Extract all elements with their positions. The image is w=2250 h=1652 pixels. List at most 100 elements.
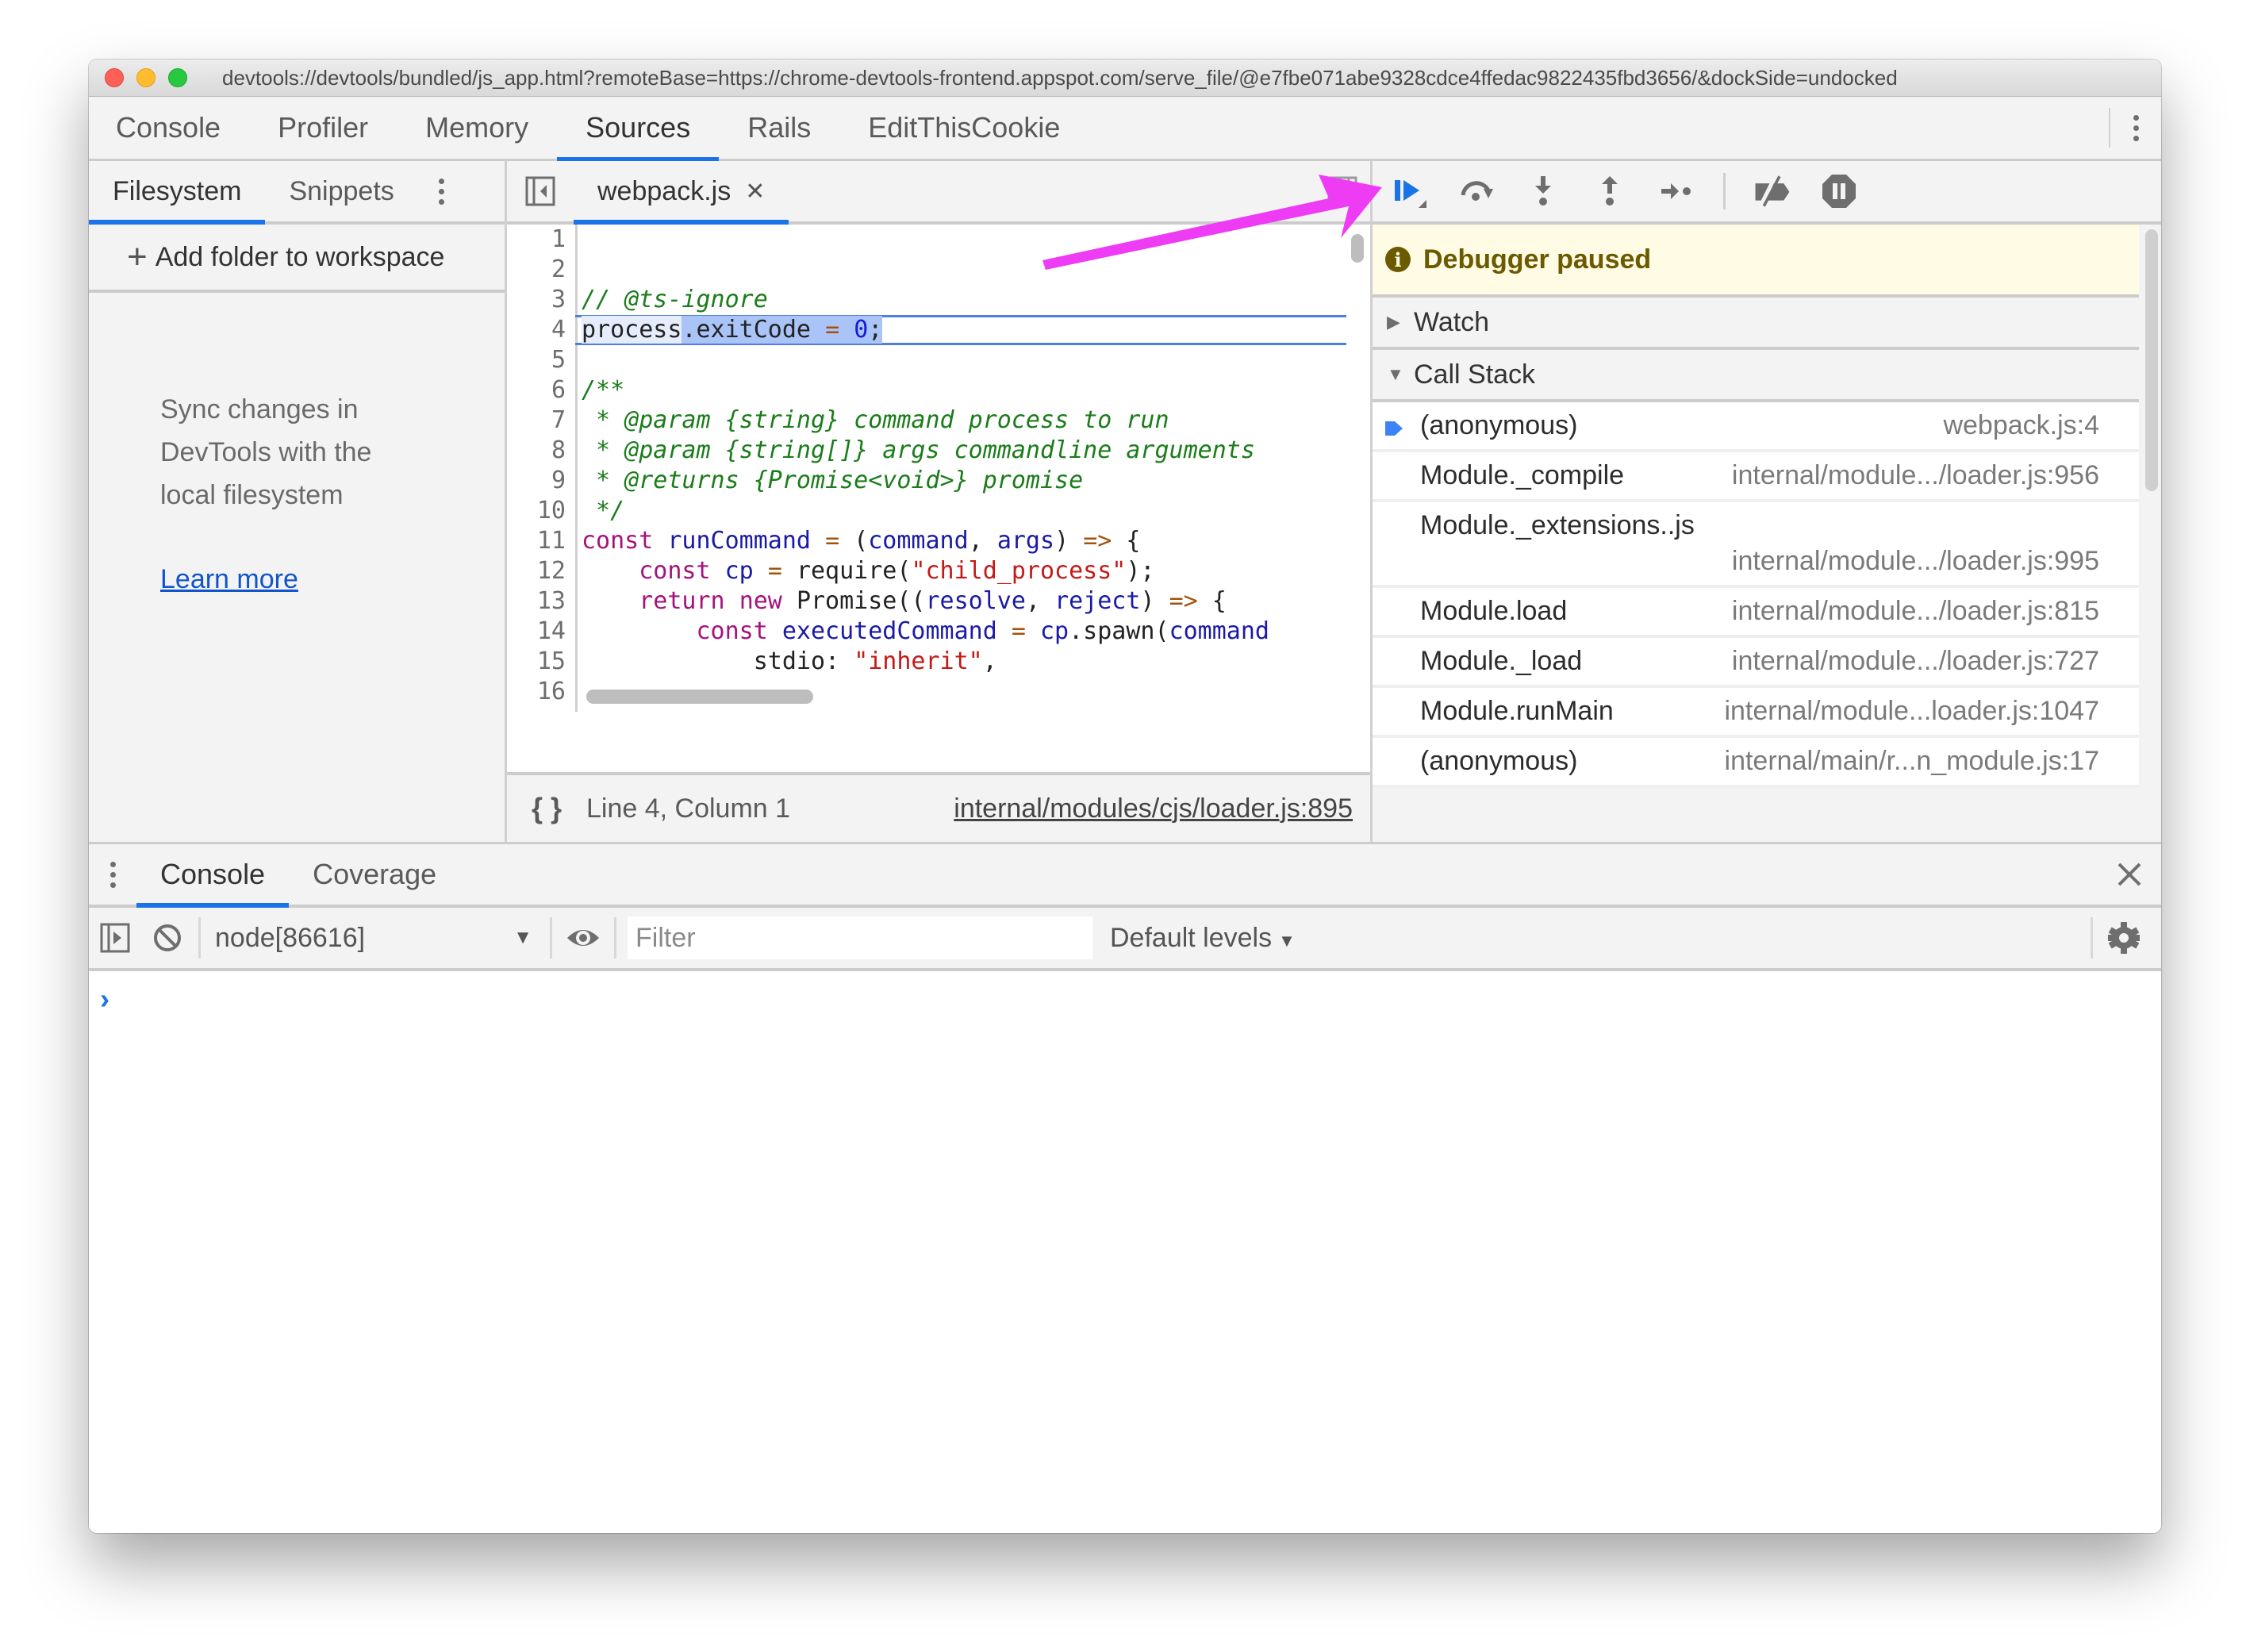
code-token: = xyxy=(825,527,840,555)
code-token: const xyxy=(582,527,654,555)
watch-label: Watch xyxy=(1414,306,1490,337)
line-number[interactable]: 3 xyxy=(507,285,575,315)
drawer-tab-console[interactable]: Console xyxy=(136,844,290,908)
editor-vertical-scrollbar[interactable] xyxy=(1351,234,1364,263)
line-number[interactable]: 9 xyxy=(507,466,575,496)
line-number[interactable]: 15 xyxy=(507,647,575,677)
call-frame[interactable]: Module._load internal/module.../loader.j… xyxy=(1373,638,2139,688)
code-token: = xyxy=(767,557,782,585)
line-number[interactable]: 4 xyxy=(507,315,575,345)
call-frame[interactable]: Module._compile internal/module.../loade… xyxy=(1373,452,2139,502)
call-frame[interactable]: (anonymous) internal/main/r...n_module.j… xyxy=(1373,738,2139,788)
line-number[interactable]: 8 xyxy=(507,436,575,466)
frame-location: internal/module.../loader.js:815 xyxy=(1731,596,2099,626)
line-number[interactable]: 11 xyxy=(507,526,575,556)
code-line: */ xyxy=(582,496,1346,526)
learn-more-link[interactable]: Learn more xyxy=(160,564,298,595)
close-drawer-icon[interactable] xyxy=(2098,844,2161,905)
line-number[interactable]: 1 xyxy=(507,225,575,255)
resume-button[interactable] xyxy=(1390,171,1430,211)
source-location-link[interactable]: internal/modules/cjs/loader.js:895 xyxy=(954,793,1353,824)
line-number[interactable]: 12 xyxy=(507,556,575,586)
toolbar-divider xyxy=(198,917,201,959)
step-button[interactable] xyxy=(1657,171,1696,211)
pause-on-exceptions-button[interactable] xyxy=(1819,171,1859,211)
deactivate-breakpoints-button[interactable] xyxy=(1753,171,1792,211)
editor-horizontal-scrollbar[interactable] xyxy=(586,690,813,704)
pretty-print-icon[interactable]: { } xyxy=(507,792,586,825)
drawer-more-icon[interactable] xyxy=(89,844,136,905)
code-token: require( xyxy=(796,557,912,585)
tab-snippets[interactable]: Snippets xyxy=(265,161,417,221)
call-frame[interactable]: Module.runMain internal/module...loader.… xyxy=(1373,688,2139,738)
line-number[interactable]: 16 xyxy=(507,677,575,707)
code-token: runCommand xyxy=(667,527,811,555)
collapse-triangle-icon: ▼ xyxy=(1387,364,1404,384)
sidebar-scrollbar[interactable] xyxy=(2145,229,2158,491)
code-token: => xyxy=(1083,527,1112,555)
step-into-button[interactable] xyxy=(1523,171,1563,211)
step-out-button[interactable] xyxy=(1590,171,1630,211)
line-number[interactable]: 13 xyxy=(507,586,575,617)
code-line: const cp = require("child_process"); xyxy=(582,556,1346,586)
tab-filesystem[interactable]: Filesystem xyxy=(89,161,266,225)
close-tab-icon[interactable]: ✕ xyxy=(745,178,765,206)
devtools-window: devtools://devtools/bundled/js_app.html?… xyxy=(89,60,2161,1533)
call-frame[interactable]: Module.load internal/module.../loader.js… xyxy=(1373,588,2139,638)
call-stack-section-header[interactable]: ▼ Call Stack xyxy=(1373,350,2139,402)
code-line: return new Promise((resolve, reject) => … xyxy=(639,587,1227,615)
window-title: devtools://devtools/bundled/js_app.html?… xyxy=(222,65,1898,90)
code-token: Promise(( xyxy=(796,587,926,615)
code-token: "inherit" xyxy=(854,647,983,675)
step-icon xyxy=(1661,183,1691,199)
file-tab-label: webpack.js xyxy=(597,175,731,206)
tab-console[interactable]: Console xyxy=(89,97,249,159)
customize-devtools-menu-icon[interactable] xyxy=(2110,97,2161,159)
tab-profiler[interactable]: Profiler xyxy=(249,97,397,159)
call-frame[interactable]: Module._extensions..js internal/module..… xyxy=(1373,502,2139,588)
zoom-window-button[interactable] xyxy=(168,68,187,87)
call-frame-current[interactable]: (anonymous) webpack.js:4 xyxy=(1373,402,2139,452)
code-token: return xyxy=(639,587,725,615)
tab-editthiscookie[interactable]: EditThisCookie xyxy=(839,97,1089,159)
toggle-debugger-icon[interactable] xyxy=(1315,161,1370,221)
code-line: stdio: "inherit", xyxy=(582,647,1346,677)
drawer-tab-coverage[interactable]: Coverage xyxy=(289,844,460,905)
code-token: const xyxy=(639,557,711,585)
current-execution-line: process.exitCode = 0; xyxy=(575,315,1346,345)
minimize-window-button[interactable] xyxy=(136,68,156,87)
paused-message: Debugger paused xyxy=(1423,244,1652,275)
live-expression-eye-icon[interactable] xyxy=(557,914,609,962)
code-token: resolve xyxy=(925,587,1026,615)
line-number[interactable]: 10 xyxy=(507,496,575,526)
tab-sources[interactable]: Sources xyxy=(557,97,720,162)
watch-section-header[interactable]: ▶ Watch xyxy=(1373,298,2139,350)
resume-icon xyxy=(1395,180,1426,208)
tab-memory[interactable]: Memory xyxy=(397,97,557,159)
console-filter-input[interactable] xyxy=(628,916,1092,959)
line-number[interactable]: 6 xyxy=(507,375,575,405)
info-icon: i xyxy=(1385,247,1411,272)
clear-console-icon[interactable] xyxy=(141,914,194,962)
toggle-navigator-icon[interactable] xyxy=(507,161,574,221)
debugger-paused-banner: i Debugger paused xyxy=(1373,225,2139,298)
console-settings-gear-icon[interactable] xyxy=(2098,914,2150,962)
code-token: process xyxy=(582,316,682,344)
code-editor[interactable]: 1 2 3 4 5 6 7 8 9 10 11 12 13 14 15 16 /… xyxy=(507,225,1370,712)
editor-pane: webpack.js ✕ 1 2 3 4 5 6 7 8 9 10 11 12 … xyxy=(507,161,1373,842)
pause-on-exceptions-icon xyxy=(1822,175,1856,208)
line-number[interactable]: 7 xyxy=(507,405,575,436)
context-selector[interactable]: node[86616] ▼ xyxy=(205,923,545,954)
log-levels-dropdown[interactable]: Default levels ▼ xyxy=(1110,923,1296,954)
show-console-sidebar-icon[interactable] xyxy=(89,914,141,962)
close-window-button[interactable] xyxy=(105,68,124,87)
line-number[interactable]: 14 xyxy=(507,617,575,647)
add-folder-button[interactable]: + Add folder to workspace xyxy=(89,225,505,293)
tab-rails[interactable]: Rails xyxy=(719,97,839,159)
line-number[interactable]: 2 xyxy=(507,255,575,285)
navigator-more-icon[interactable] xyxy=(418,161,466,221)
file-tab-webpack[interactable]: webpack.js ✕ xyxy=(574,161,789,225)
step-over-button[interactable] xyxy=(1457,171,1496,211)
line-number[interactable]: 5 xyxy=(507,345,575,375)
console-prompt[interactable]: › xyxy=(89,971,2161,1016)
